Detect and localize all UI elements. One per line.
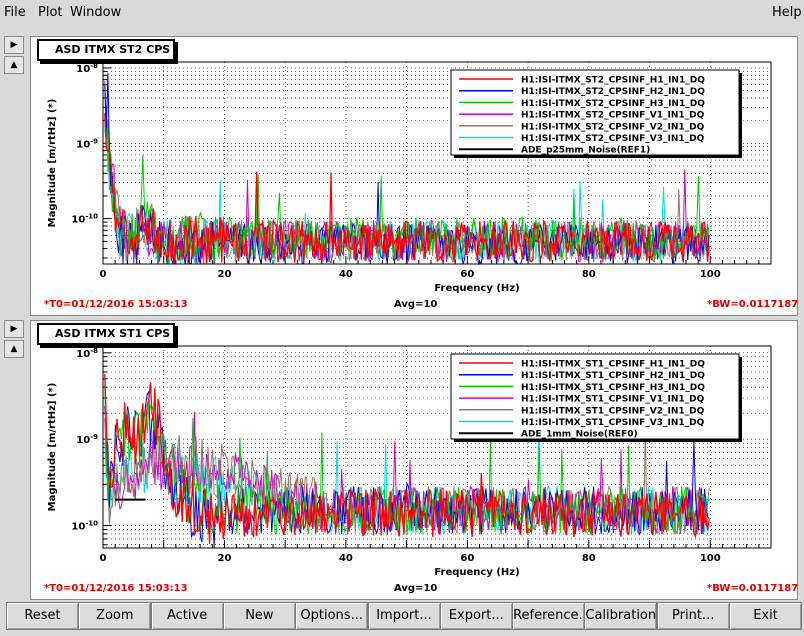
y-tick-label: 10-8 xyxy=(76,347,98,360)
panel2-collapse-button[interactable]: ▲ xyxy=(4,340,24,358)
asd-chart-st1: 0 20 40 60 80 100 10-10 10-9 10-8 Frequency (Hz) M… xyxy=(47,345,772,578)
x-tick-label: 20 xyxy=(217,269,231,280)
avg-label: Avg=10 xyxy=(394,583,438,594)
reference-button[interactable]: Reference... xyxy=(512,602,591,630)
legend-entry: H1:ISI-ITMX_ST2_CPSINF_V1_IN1_DQ xyxy=(521,111,705,121)
x-tick-label: 60 xyxy=(460,553,474,564)
triangle-up-icon: ▲ xyxy=(10,344,18,354)
import-button[interactable]: Import... xyxy=(367,602,441,630)
exit-button[interactable]: Exit xyxy=(729,602,802,630)
t0-label: *T0=01/12/2016 15:03:13 xyxy=(44,583,188,594)
x-tick-label: 100 xyxy=(700,553,721,564)
plot-pad-bottom[interactable]: ASD ITMX ST1 CPS 0 20 40 60 80 100 10-10 10-9 10… xyxy=(30,320,798,600)
x-tick-label: 80 xyxy=(582,553,596,564)
y-tick-label: 10-10 xyxy=(71,213,98,226)
legend-entry: H1:ISI-ITMX_ST2_CPSINF_H3_IN1_DQ xyxy=(521,99,705,109)
legend-entry: H1:ISI-ITMX_ST1_CPSINF_H2_IN1_DQ xyxy=(521,371,705,381)
asd-chart-st2: 0 20 40 60 80 100 10-10 10-9 10-8 Frequency (Hz) M… xyxy=(47,61,772,294)
plot-pad-top[interactable]: ASD ITMX ST2 CPS 0 20 40 60 80 100 10-10 10-9 10… xyxy=(30,36,798,316)
menu-plot[interactable]: Plot xyxy=(38,5,63,20)
y-tick-label: 10-9 xyxy=(76,433,98,446)
legend: H1:ISI-ITMX_ST1_CPSINF_H1_IN1_DQH1:ISI-I… xyxy=(450,353,742,442)
zoom-button[interactable]: Zoom xyxy=(78,602,152,630)
legend-entry: H1:ISI-ITMX_ST2_CPSINF_V3_IN1_DQ xyxy=(521,134,705,144)
y-axis-label: Magnitude [m/rtHz] (*) xyxy=(47,99,58,228)
x-tick-label: 100 xyxy=(700,269,721,280)
x-tick-label: 80 xyxy=(582,269,596,280)
triangle-up-icon: ▲ xyxy=(10,60,18,70)
bw-label: *BW=0.0117187 xyxy=(707,583,799,594)
button-bar: Reset Zoom Active New Options... Import... Exp… xyxy=(4,602,802,630)
bw-label: *BW=0.0117187 xyxy=(707,299,799,310)
y-axis-label: Magnitude [m/rtHz] (*) xyxy=(47,383,58,512)
x-axis-label: Frequency (Hz) xyxy=(434,567,519,578)
x-tick-label: 60 xyxy=(460,269,474,280)
y-tick-label: 10-9 xyxy=(76,137,98,150)
menu-bar: File Plot Window Help xyxy=(0,0,804,26)
active-button[interactable]: Active xyxy=(150,602,224,630)
print-button[interactable]: Print... xyxy=(656,602,730,630)
legend-entry: H1:ISI-ITMX_ST2_CPSINF_V2_IN1_DQ xyxy=(521,122,705,132)
legend-entry: H1:ISI-ITMX_ST1_CPSINF_V1_IN1_DQ xyxy=(521,395,705,405)
legend-entry: H1:ISI-ITMX_ST1_CPSINF_V3_IN1_DQ xyxy=(521,418,705,428)
legend: H1:ISI-ITMX_ST2_CPSINF_H1_IN1_DQH1:ISI-I… xyxy=(450,69,742,158)
y-tick-label: 10-10 xyxy=(71,520,98,533)
new-button[interactable]: New xyxy=(222,602,296,630)
x-tick-label: 40 xyxy=(339,269,353,280)
panel1-collapse-button[interactable]: ▲ xyxy=(4,56,24,74)
triangle-right-icon: ▶ xyxy=(10,40,18,50)
y-tick-label: 10-8 xyxy=(76,62,98,75)
menu-file[interactable]: File xyxy=(4,5,26,20)
t0-label: *T0=01/12/2016 15:03:13 xyxy=(44,299,188,310)
panel1-expand-button[interactable]: ▶ xyxy=(4,36,24,54)
legend-entry: H1:ISI-ITMX_ST2_CPSINF_H2_IN1_DQ xyxy=(521,87,705,97)
legend-entry: H1:ISI-ITMX_ST1_CPSINF_H3_IN1_DQ xyxy=(521,383,705,393)
x-tick-label: 40 xyxy=(339,553,353,564)
x-tick-label: 0 xyxy=(100,553,107,564)
reset-button[interactable]: Reset xyxy=(6,602,79,630)
menu-help[interactable]: Help xyxy=(772,5,802,20)
legend-entry: ADE_p25mm_Noise(REF1) xyxy=(521,146,650,156)
legend-entry: H1:ISI-ITMX_ST1_CPSINF_H1_IN1_DQ xyxy=(521,360,705,370)
legend-entry: ADE_1mm_Noise(REF0) xyxy=(521,430,638,440)
calibration-button[interactable]: Calibration... xyxy=(584,602,669,630)
triangle-right-icon: ▶ xyxy=(10,324,18,334)
avg-label: Avg=10 xyxy=(394,299,438,310)
panel2-expand-button[interactable]: ▶ xyxy=(4,320,24,338)
export-button[interactable]: Export... xyxy=(439,602,513,630)
x-axis-label: Frequency (Hz) xyxy=(434,283,519,294)
options-button[interactable]: Options... xyxy=(295,602,369,630)
x-tick-label: 20 xyxy=(217,553,231,564)
legend-entry: H1:ISI-ITMX_ST1_CPSINF_V2_IN1_DQ xyxy=(521,406,705,416)
menu-window[interactable]: Window xyxy=(70,5,121,20)
legend-entry: H1:ISI-ITMX_ST2_CPSINF_H1_IN1_DQ xyxy=(521,76,705,86)
x-tick-label: 0 xyxy=(100,269,107,280)
